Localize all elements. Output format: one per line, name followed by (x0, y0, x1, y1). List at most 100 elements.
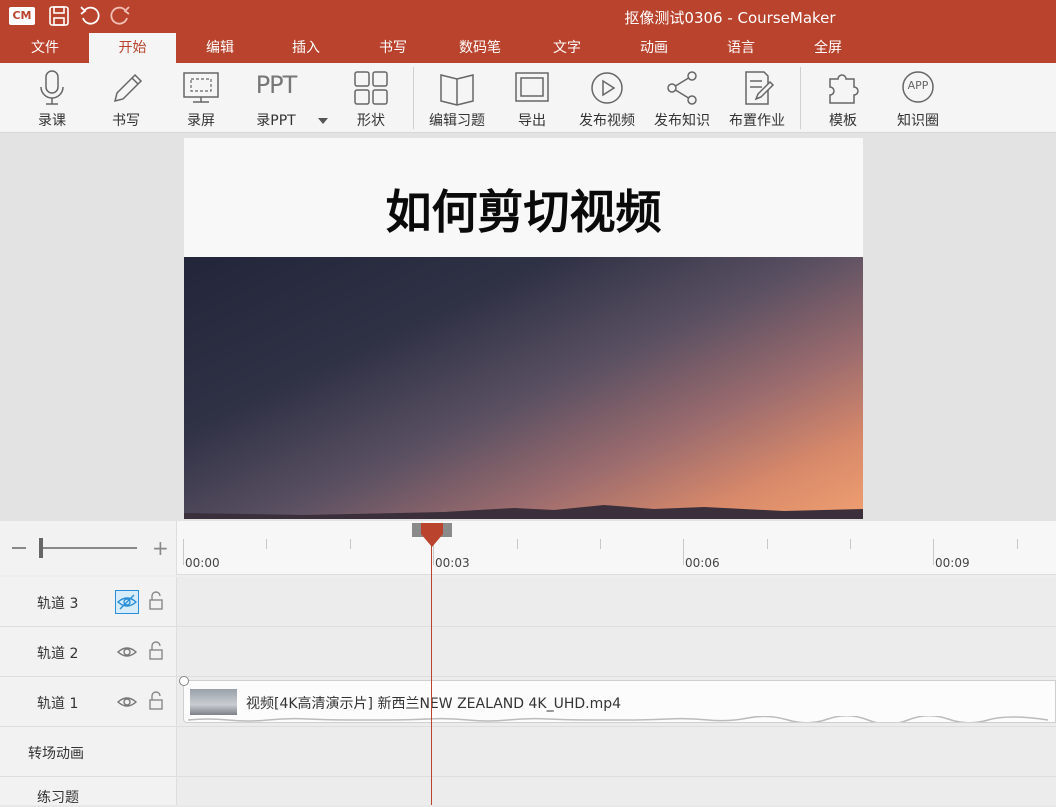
exercise-row-header: 练习题 (0, 777, 177, 805)
tab-home[interactable]: 开始 (89, 33, 176, 63)
publish-knowledge-label: 发布知识 (647, 110, 717, 130)
ruler-label: 00:00 (185, 556, 220, 570)
play-circle-icon (588, 69, 626, 107)
undo-icon[interactable] (78, 4, 102, 32)
zoom-slider-track[interactable] (39, 547, 137, 549)
document-edit-icon (738, 69, 776, 107)
track-name: 轨道 3 (37, 593, 78, 613)
tab-insert[interactable]: 插入 (274, 33, 338, 63)
zoom-out-icon[interactable] (12, 547, 26, 549)
ruler-tick (933, 539, 934, 565)
mountain-silhouette (184, 499, 863, 519)
film-icon (512, 69, 552, 107)
book-icon (437, 69, 477, 107)
ruler-tick (266, 539, 267, 549)
ruler-tick (183, 539, 184, 565)
playhead-marker[interactable] (420, 522, 444, 548)
ruler-tick (683, 539, 684, 565)
ribbon-separator (800, 67, 801, 129)
zoom-control: + (0, 521, 177, 575)
ruler-label: 00:03 (435, 556, 470, 570)
tab-file[interactable]: 文件 (13, 33, 77, 63)
track-header: 轨道 3 (0, 577, 177, 627)
edit-exercise-button[interactable]: 编辑习题 (422, 63, 492, 133)
title-bar: CM 抠像测试0306 - CourseMaker (0, 0, 1056, 33)
eye-icon[interactable] (115, 640, 139, 664)
menu-tabs: 文件 开始 编辑 插入 书写 数码笔 文字 动画 语言 全屏 (0, 33, 1056, 63)
record-ppt-label: 录PPT (246, 110, 306, 130)
time-ruler[interactable]: 00:00 00:03 00:06 00:09 (177, 521, 1056, 575)
record-ppt-dropdown[interactable] (313, 63, 333, 133)
redo-icon[interactable] (108, 4, 132, 32)
eye-icon[interactable] (115, 690, 139, 714)
visibility-toggle-icon[interactable] (115, 590, 139, 614)
shapes-label: 形状 (341, 110, 401, 130)
knowledge-circle-button[interactable]: APP 知识圈 (888, 63, 948, 133)
slide-preview[interactable]: 如何剪切视频 (184, 138, 863, 519)
template-label: 模板 (813, 110, 873, 130)
ruler-tick (850, 539, 851, 549)
track-header: 轨道 2 (0, 627, 177, 677)
transition-row-label: 转场动画 (28, 743, 84, 763)
assign-homework-button[interactable]: 布置作业 (722, 63, 792, 133)
zoom-slider-thumb[interactable] (39, 538, 43, 558)
assign-homework-label: 布置作业 (722, 110, 792, 130)
ruler-tick (517, 539, 518, 549)
save-icon[interactable] (48, 5, 70, 31)
record-ppt-button[interactable]: PPT 录PPT (246, 63, 306, 133)
ruler-label: 00:09 (935, 556, 970, 570)
track-lane[interactable] (177, 577, 1056, 627)
window-title: 抠像测试0306 - CourseMaker (600, 7, 860, 28)
app-logo: CM (9, 7, 35, 25)
ruler-tick (350, 539, 351, 549)
lock-icon[interactable] (148, 691, 164, 711)
tab-animation[interactable]: 动画 (622, 33, 686, 63)
tab-write[interactable]: 书写 (361, 33, 425, 63)
tab-fullscreen[interactable]: 全屏 (796, 33, 860, 63)
transition-row-header: 转场动画 (0, 727, 177, 777)
ribbon-separator (413, 67, 414, 129)
ppt-icon: PPT (246, 71, 306, 99)
publish-knowledge-button[interactable]: 发布知识 (647, 63, 717, 133)
pencil-icon (107, 69, 145, 107)
tab-edit[interactable]: 编辑 (188, 33, 252, 63)
exercise-lane[interactable] (177, 777, 1056, 805)
clip-start-handle[interactable] (179, 676, 189, 686)
playhead-line[interactable] (431, 540, 432, 805)
share-icon (663, 69, 701, 107)
ruler-tick (600, 539, 601, 549)
tab-language[interactable]: 语言 (709, 33, 773, 63)
video-frame[interactable] (184, 257, 863, 519)
chevron-down-icon (317, 117, 329, 125)
record-lesson-button[interactable]: 录课 (22, 63, 82, 133)
ribbon-toolbar: 录课 书写 录屏 PPT 录PPT 形状 编辑习题 导出 发布视频 发布知识 布… (0, 63, 1056, 133)
track-lane[interactable] (177, 627, 1056, 677)
slide-title[interactable]: 如何剪切视频 (184, 176, 863, 242)
app-icon-text: APP (888, 79, 948, 92)
transition-lane[interactable] (177, 727, 1056, 777)
write-button[interactable]: 书写 (96, 63, 156, 133)
audio-waveform (188, 716, 1048, 722)
publish-video-button[interactable]: 发布视频 (572, 63, 642, 133)
lock-icon[interactable] (148, 591, 164, 611)
puzzle-icon (824, 69, 862, 107)
shapes-icon (352, 69, 390, 107)
template-button[interactable]: 模板 (813, 63, 873, 133)
video-clip[interactable]: 视频[4K高清演示片] 新西兰NEW ZEALAND 4K_UHD.mp4 (183, 680, 1056, 723)
record-lesson-label: 录课 (22, 110, 82, 130)
tab-digital-pen[interactable]: 数码笔 (448, 33, 512, 63)
export-button[interactable]: 导出 (502, 63, 562, 133)
record-screen-button[interactable]: 录屏 (171, 63, 231, 133)
track-name: 轨道 1 (37, 693, 78, 713)
clip-label: 视频[4K高清演示片] 新西兰NEW ZEALAND 4K_UHD.mp4 (246, 693, 621, 713)
shapes-button[interactable]: 形状 (341, 63, 401, 133)
knowledge-circle-label: 知识圈 (888, 110, 948, 130)
clip-thumbnail (190, 689, 237, 715)
zoom-in-icon[interactable]: + (152, 538, 166, 558)
tab-text[interactable]: 文字 (535, 33, 599, 63)
lock-icon[interactable] (148, 641, 164, 661)
write-label: 书写 (96, 110, 156, 130)
ruler-tick (767, 539, 768, 549)
monitor-icon (181, 69, 221, 107)
ruler-label: 00:06 (685, 556, 720, 570)
